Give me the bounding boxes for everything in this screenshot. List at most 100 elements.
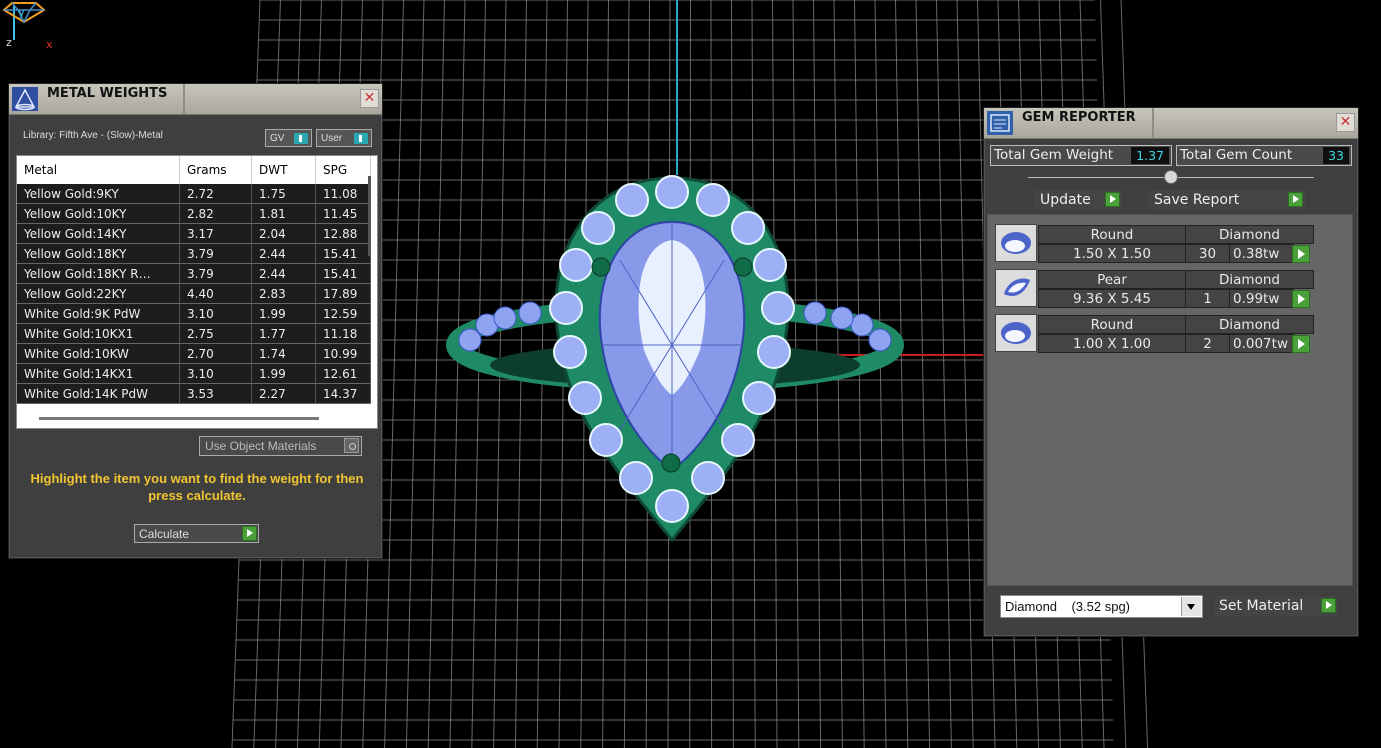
- grams-cell: 3.17: [179, 223, 252, 244]
- material-select-value: Diamond (3.52 spg): [1005, 599, 1131, 614]
- metal-cell: Yellow Gold:9KY: [17, 184, 180, 204]
- gem-shape: Pear: [1038, 270, 1186, 289]
- metal-weights-title: METAL WEIGHTS: [47, 84, 186, 114]
- gem-row[interactable]: Pear Diamond 9.36 X 5.45 1 0.99tw: [994, 268, 1314, 308]
- library-label: Library: Fifth Ave - (Slow)-Metal: [23, 130, 163, 141]
- metal-cell: White Gold:9K PdW: [17, 303, 180, 324]
- metal-weights-titlebar[interactable]: METAL WEIGHTS ✕: [9, 84, 382, 115]
- table-row[interactable]: Yellow Gold:10KY 2.82 1.81 11.45: [17, 203, 371, 224]
- grams-cell: 2.70: [179, 343, 252, 364]
- gem-view-icon[interactable]: [0, 0, 48, 24]
- col-grams[interactable]: Grams: [179, 156, 252, 184]
- metal-cell: White Gold:14K PdW: [17, 383, 180, 404]
- gem-row[interactable]: Round Diamond 1.50 X 1.50 30 0.38tw: [994, 223, 1314, 263]
- metal-cell: Yellow Gold:22KY: [17, 283, 180, 304]
- table-row[interactable]: White Gold:14KX1 3.10 1.99 12.61: [17, 363, 371, 384]
- dwt-cell: 2.04: [251, 223, 316, 244]
- table-row[interactable]: Yellow Gold:18KY R… 3.79 2.44 15.41: [17, 263, 371, 284]
- gem-thumbnail[interactable]: [995, 269, 1037, 307]
- play-arrow-icon: [242, 526, 257, 541]
- gem-reporter-close-icon[interactable]: ✕: [1336, 113, 1355, 132]
- play-arrow-icon: [1105, 192, 1120, 207]
- metal-table-vscrollbar[interactable]: [368, 176, 371, 256]
- dwt-cell: 1.75: [251, 184, 316, 204]
- gem-row[interactable]: Round Diamond 1.00 X 1.00 2 0.007tw: [994, 313, 1314, 353]
- update-button[interactable]: Update: [1034, 190, 1122, 210]
- metal-cell: Yellow Gold:18KY: [17, 243, 180, 264]
- dwt-cell: 1.74: [251, 343, 316, 364]
- halo-stone: [721, 423, 755, 457]
- gem-count: 1: [1185, 289, 1230, 308]
- total-gem-count-label: Total Gem Count: [1180, 147, 1293, 163]
- size-slider-knob[interactable]: [1164, 170, 1178, 184]
- spg-cell: 12.59: [315, 303, 371, 324]
- metal-table-hscrollbar[interactable]: [39, 417, 319, 420]
- use-object-materials-toggle[interactable]: Use Object Materials: [199, 436, 362, 456]
- halo-stone: [589, 423, 623, 457]
- radio-icon: [344, 438, 359, 453]
- table-row[interactable]: Yellow Gold:14KY 3.17 2.04 12.88: [17, 223, 371, 244]
- dwt-cell: 2.44: [251, 243, 316, 264]
- grams-cell: 3.10: [179, 303, 252, 324]
- spg-cell: 14.37: [315, 383, 371, 404]
- gem-count: 30: [1185, 244, 1230, 263]
- dwt-cell: 1.81: [251, 203, 316, 224]
- gem-size: 1.00 X 1.00: [1038, 334, 1186, 353]
- gem-reporter-titlebar[interactable]: GEM REPORTER ✕: [984, 108, 1358, 139]
- metal-weights-close-icon[interactable]: ✕: [360, 89, 379, 108]
- gem-shape: Round: [1038, 315, 1186, 334]
- grams-cell: 2.75: [179, 323, 252, 344]
- calculate-label: Calculate: [139, 527, 190, 541]
- gv-toggle-label: GV: [270, 133, 285, 144]
- table-row[interactable]: Yellow Gold:9KY 2.72 1.75 11.08: [17, 184, 371, 204]
- gem-row-action-icon[interactable]: [1292, 290, 1310, 308]
- grams-cell: 2.72: [179, 184, 252, 204]
- gem-row-action-icon[interactable]: [1292, 245, 1310, 263]
- user-toggle[interactable]: User: [316, 129, 372, 147]
- gv-toggle[interactable]: GV: [265, 129, 312, 147]
- table-row[interactable]: White Gold:10KX1 2.75 1.77 11.18: [17, 323, 371, 344]
- gem-row-action-icon[interactable]: [1292, 335, 1310, 353]
- play-arrow-icon: [1288, 192, 1303, 207]
- table-row[interactable]: White Gold:10KW 2.70 1.74 10.99: [17, 343, 371, 364]
- use-object-materials-label: Use Object Materials: [205, 439, 317, 453]
- gem-material: Diamond: [1185, 270, 1314, 289]
- dwt-cell: 2.44: [251, 263, 316, 284]
- halo-stone: [742, 381, 776, 415]
- chevron-down-icon[interactable]: [1181, 597, 1201, 616]
- grams-cell: 4.40: [179, 283, 252, 304]
- spg-cell: 11.45: [315, 203, 371, 224]
- halo-stone: [655, 175, 689, 209]
- gem-thumbnail[interactable]: [995, 224, 1037, 262]
- metal-weights-logo-icon: [12, 87, 38, 111]
- table-row[interactable]: White Gold:9K PdW 3.10 1.99 12.59: [17, 303, 371, 324]
- table-row[interactable]: White Gold:14K PdW 3.53 2.27 14.37: [17, 383, 371, 404]
- round-gem-icon: [1001, 322, 1031, 344]
- col-spg[interactable]: SPG: [315, 156, 371, 184]
- table-row[interactable]: Yellow Gold:18KY 3.79 2.44 15.41: [17, 243, 371, 264]
- spg-cell: 12.88: [315, 223, 371, 244]
- calculate-button[interactable]: Calculate: [134, 524, 259, 543]
- spg-cell: 11.08: [315, 184, 371, 204]
- halo-stone: [761, 291, 795, 325]
- halo-stone: [757, 335, 791, 369]
- halo-stone: [696, 183, 730, 217]
- gem-list[interactable]: Round Diamond 1.50 X 1.50 30 0.38tw Pear Diamo…: [987, 214, 1353, 586]
- instruction-hint: Highlight the item you want to find the …: [30, 471, 364, 503]
- col-metal[interactable]: Metal: [17, 156, 180, 184]
- col-dwt[interactable]: DWT: [251, 156, 316, 184]
- material-select[interactable]: Diamond (3.52 spg): [1000, 595, 1203, 618]
- gem-thumbnail[interactable]: [995, 314, 1037, 352]
- set-material-button[interactable]: Set Material: [1214, 596, 1337, 617]
- dwt-cell: 2.83: [251, 283, 316, 304]
- halo-stone: [553, 335, 587, 369]
- play-arrow-icon: [1321, 598, 1336, 613]
- total-gem-count-value: 33: [1323, 147, 1349, 164]
- save-report-button[interactable]: Save Report: [1148, 190, 1305, 210]
- table-row[interactable]: Yellow Gold:22KY 4.40 2.83 17.89: [17, 283, 371, 304]
- total-gem-count: Total Gem Count 33: [1176, 145, 1352, 166]
- halo-stone: [559, 248, 593, 282]
- metal-table[interactable]: Metal Grams DWT SPG Yellow Gold:9KY 2.72 1…: [16, 155, 378, 429]
- dwt-cell: 1.99: [251, 303, 316, 324]
- gem-weight: 0.38tw: [1229, 244, 1294, 263]
